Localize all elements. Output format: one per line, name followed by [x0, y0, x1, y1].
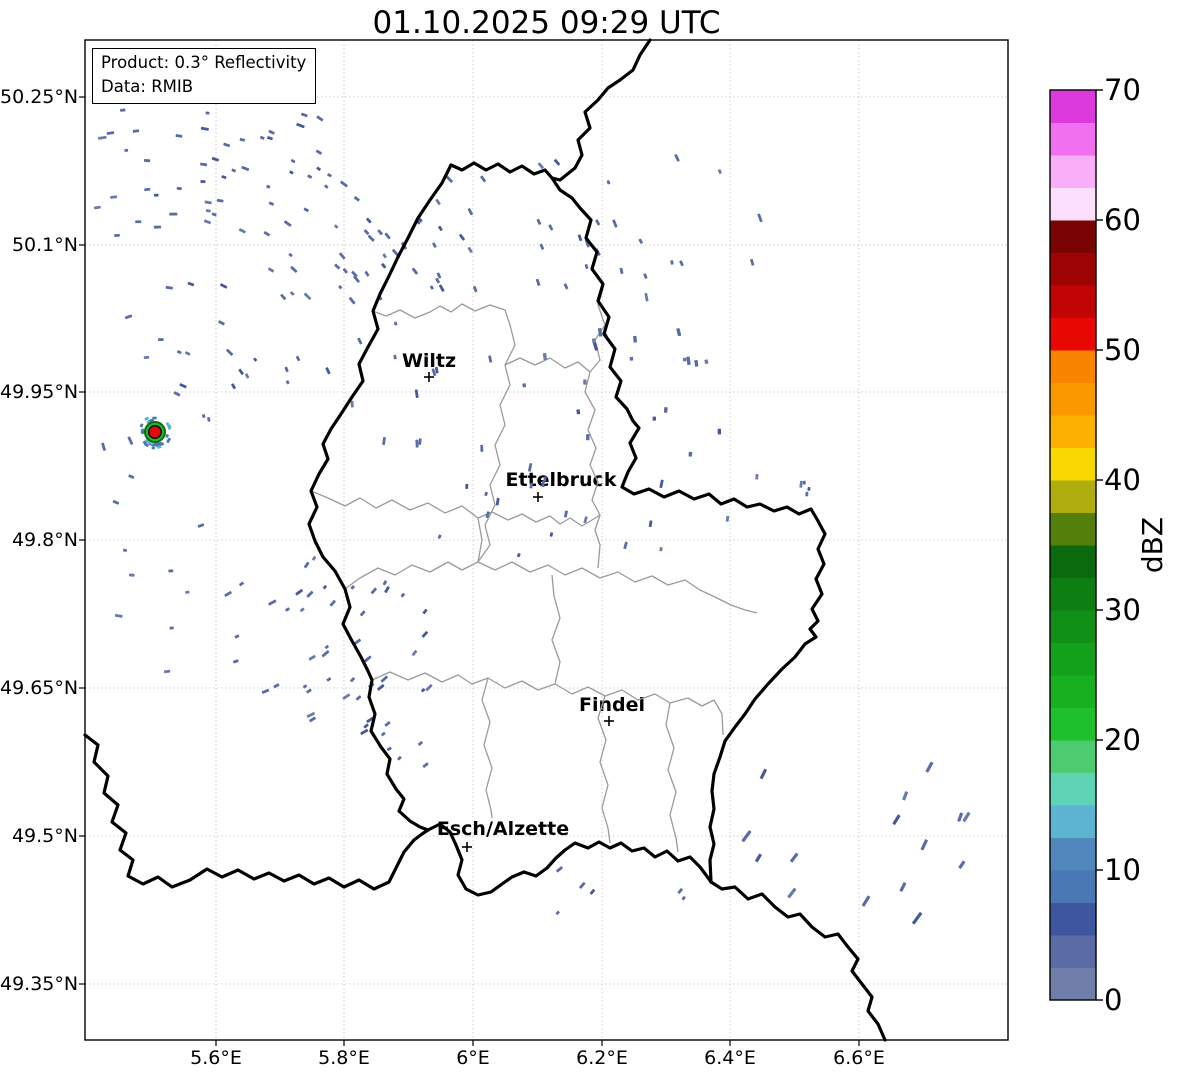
- map-canvas: [79, 38, 1103, 1046]
- colorbar: [1049, 89, 1103, 1001]
- weather-radar-figure: 01.10.2025 09:29 UTC Product: 0.3° Refle…: [0, 0, 1184, 1081]
- data-source-line: Data: RMIB: [101, 77, 194, 96]
- product-line: Product: 0.3° Reflectivity: [101, 53, 307, 72]
- radar-echo-speckles-layer: [93, 108, 971, 925]
- city-markers-layer: [424, 372, 614, 852]
- district-borders-layer: [310, 288, 758, 853]
- grid-layer: [85, 40, 1008, 1040]
- radar-site-marker: [139, 416, 172, 450]
- product-info-box: Product: 0.3° Reflectivity Data: RMIB: [92, 48, 317, 104]
- plot-frame: [79, 39, 1009, 1046]
